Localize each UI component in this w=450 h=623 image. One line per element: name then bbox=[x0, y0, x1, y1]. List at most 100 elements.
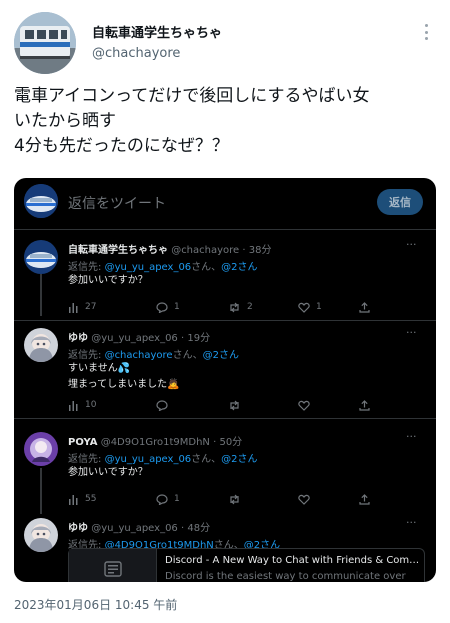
author-handle[interactable]: @chachayore bbox=[92, 46, 180, 61]
like-action[interactable] bbox=[298, 398, 310, 412]
reply-to-others-link[interactable]: @2さん bbox=[203, 350, 239, 361]
reply-to-prefix: 返信先: bbox=[68, 350, 105, 361]
comment-icon bbox=[156, 399, 168, 411]
more-icon[interactable]: ··· bbox=[406, 430, 417, 443]
reply-actions: 10 bbox=[68, 398, 370, 412]
reply-item[interactable]: ゆゆ @yu_yu_apex_06 · 19分 ··· 返信先: @chacha… bbox=[14, 326, 436, 414]
card-thumbnail bbox=[69, 549, 157, 582]
reply-handle[interactable]: @yu_yu_apex_06 bbox=[91, 523, 178, 534]
reply-name[interactable]: ゆゆ bbox=[68, 523, 88, 534]
reply-avatar[interactable] bbox=[24, 518, 58, 552]
more-icon[interactable]: ··· bbox=[406, 326, 417, 339]
reply-meta: ゆゆ @yu_yu_apex_06 · 48分 bbox=[68, 523, 211, 534]
reply-actions: 55 1 bbox=[68, 492, 370, 506]
reply-time[interactable]: 38分 bbox=[249, 245, 272, 256]
retweet-icon bbox=[230, 302, 239, 312]
retweet-icon bbox=[230, 400, 239, 410]
comment-action[interactable]: 1 bbox=[156, 300, 180, 314]
reply-to-others-link[interactable]: @2さん bbox=[221, 454, 257, 465]
reply-to-link[interactable]: @yu_yu_apex_06 bbox=[105, 262, 192, 273]
share-action[interactable] bbox=[359, 300, 370, 314]
reply-avatar[interactable] bbox=[24, 328, 58, 362]
divider bbox=[14, 320, 436, 321]
more-icon[interactable]: ··· bbox=[406, 238, 417, 251]
reply-compose-bar: 返信をツイート 返信 bbox=[14, 178, 436, 230]
reply-to-others-link[interactable]: @2さん bbox=[221, 262, 257, 273]
reply-text: すいません💦 埋まってしまいました🙇 bbox=[68, 361, 180, 393]
reply-text: 参加いいですか？ bbox=[68, 465, 148, 481]
reply-time[interactable]: 48分 bbox=[187, 523, 210, 534]
reply-text-line: すいません💦 bbox=[68, 363, 131, 374]
tweet-timestamp[interactable]: 2023年01月06日 10:45 午前 bbox=[14, 596, 177, 613]
reply-meta: POYA @4D9O1Gro1t9MDhN · 50分 bbox=[68, 437, 243, 448]
reply-meta: ゆゆ @yu_yu_apex_06 · 19分 bbox=[68, 333, 211, 344]
heart-icon bbox=[298, 494, 310, 505]
reply-name[interactable]: POYA bbox=[68, 437, 98, 448]
more-vertical-icon[interactable] bbox=[420, 22, 432, 42]
comment-count: 1 bbox=[174, 494, 180, 504]
retweet-action[interactable] bbox=[228, 492, 241, 506]
heart-icon bbox=[298, 400, 310, 411]
author-avatar[interactable] bbox=[14, 12, 76, 74]
attached-screenshot[interactable]: 返信をツイート 返信 自転車通学生ちゃちゃ @chachayore · 38分 … bbox=[14, 178, 436, 582]
reply-actions: 27 1 2 1 bbox=[68, 300, 370, 314]
reply-to-suffix: さん、 bbox=[191, 262, 222, 273]
views-count: 10 bbox=[85, 400, 97, 410]
views-action[interactable]: 55 bbox=[68, 492, 96, 506]
reply-time[interactable]: 19分 bbox=[187, 333, 210, 344]
views-action[interactable]: 27 bbox=[68, 300, 96, 314]
reply-meta: 自転車通学生ちゃちゃ @chachayore · 38分 bbox=[68, 245, 272, 256]
reply-handle[interactable]: @yu_yu_apex_06 bbox=[91, 333, 178, 344]
reply-input[interactable]: 返信をツイート bbox=[68, 193, 166, 213]
views-action[interactable]: 10 bbox=[68, 398, 96, 412]
divider bbox=[14, 418, 436, 419]
reply-button[interactable]: 返信 bbox=[377, 189, 423, 215]
reply-to: 返信先: @yu_yu_apex_06さん、@2さん bbox=[68, 258, 258, 273]
more-icon[interactable]: ··· bbox=[406, 516, 417, 529]
reply-name[interactable]: 自転車通学生ちゃちゃ bbox=[68, 245, 168, 256]
tweet-text: 電車アイコンってだけで後回しにするやばい女 いたから晒す 4分も先だったのになぜ… bbox=[14, 84, 438, 159]
reply-to-link[interactable]: @chachayore bbox=[105, 350, 173, 361]
reply-to-prefix: 返信先: bbox=[68, 262, 105, 273]
reply-time[interactable]: 50分 bbox=[219, 437, 242, 448]
views-icon bbox=[69, 302, 78, 313]
retweet-action[interactable]: 2 bbox=[228, 300, 253, 314]
reply-item[interactable]: POYA @4D9O1Gro1t9MDhN · 50分 ··· 返信先: @yu… bbox=[14, 430, 436, 516]
reply-text-line: 参加いいですか？ bbox=[68, 467, 148, 478]
comment-action[interactable] bbox=[156, 398, 168, 412]
card-title[interactable]: Discord - A New Way to Chat with Friends… bbox=[165, 555, 419, 566]
views-icon bbox=[69, 400, 78, 411]
views-count: 27 bbox=[85, 302, 97, 312]
reply-to: 返信先: @yu_yu_apex_06さん、@2さん bbox=[68, 450, 258, 465]
author-display-name[interactable]: 自転車通学生ちゃちゃ bbox=[92, 22, 222, 41]
reply-to-prefix: 返信先: bbox=[68, 454, 105, 465]
tweet-text-line: 4分も先だったのになぜ？？ bbox=[14, 136, 229, 156]
reply-avatar[interactable] bbox=[24, 240, 58, 274]
comment-count: 1 bbox=[174, 302, 180, 312]
retweet-action[interactable] bbox=[228, 398, 241, 412]
document-icon bbox=[103, 561, 122, 577]
share-icon bbox=[359, 301, 370, 313]
comment-icon bbox=[156, 493, 168, 505]
share-icon bbox=[359, 399, 370, 411]
reply-to-suffix: さん、 bbox=[172, 350, 203, 361]
reply-to: 返信先: @chachayoreさん、@2さん bbox=[68, 346, 239, 361]
retweet-icon bbox=[230, 494, 239, 504]
share-action[interactable] bbox=[359, 398, 370, 412]
retweet-count: 2 bbox=[247, 302, 253, 312]
reply-handle[interactable]: @chachayore bbox=[171, 245, 239, 256]
comment-action[interactable]: 1 bbox=[156, 492, 180, 506]
like-action[interactable]: 1 bbox=[298, 300, 322, 314]
reply-to-link[interactable]: @yu_yu_apex_06 bbox=[105, 454, 192, 465]
reply-avatar[interactable] bbox=[24, 432, 58, 466]
reply-handle[interactable]: @4D9O1Gro1t9MDhN bbox=[101, 437, 210, 448]
user-avatar bbox=[24, 184, 58, 218]
like-count: 1 bbox=[316, 302, 322, 312]
share-action[interactable] bbox=[359, 492, 370, 506]
reply-to-suffix: さん、 bbox=[191, 454, 222, 465]
tweet-text-line: いたから晒す bbox=[14, 111, 116, 131]
reply-name[interactable]: ゆゆ bbox=[68, 333, 88, 344]
like-action[interactable] bbox=[298, 492, 310, 506]
link-card[interactable]: Discord - A New Way to Chat with Friends… bbox=[68, 548, 425, 582]
reply-item[interactable]: 自転車通学生ちゃちゃ @chachayore · 38分 ··· 返信先: @y… bbox=[14, 238, 436, 318]
